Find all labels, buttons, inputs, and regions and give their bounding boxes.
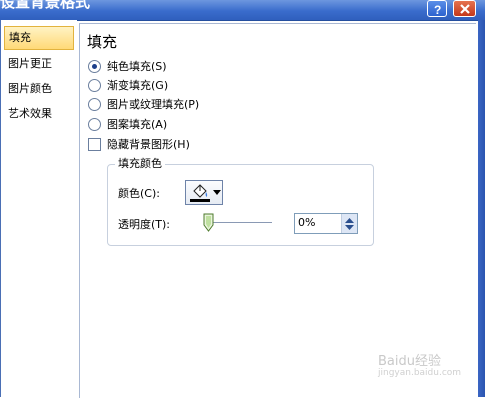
- title-bar: 设置背景格式 ?: [0, 0, 485, 21]
- window-title: 设置背景格式: [0, 0, 91, 11]
- transparency-value[interactable]: 0%: [298, 216, 315, 229]
- group-title: 填充颜色: [115, 155, 165, 171]
- spin-buttons[interactable]: [341, 214, 357, 233]
- sidebar-item-artistic-effects[interactable]: 艺术效果: [4, 102, 74, 126]
- radio-picture-texture-fill[interactable]: 图片或纹理填充(P): [88, 96, 199, 114]
- radio-button[interactable]: [88, 97, 101, 111]
- radio-button[interactable]: [88, 117, 101, 131]
- spin-down-icon[interactable]: [345, 225, 354, 230]
- hide-background-checkbox[interactable]: [88, 137, 101, 151]
- spin-up-icon[interactable]: [345, 218, 354, 223]
- paint-bucket-icon: [193, 184, 208, 198]
- sidebar-nav: 填充 图片更正 图片颜色 艺术效果: [1, 20, 77, 397]
- transparency-slider-thumb[interactable]: [203, 213, 214, 232]
- watermark-logo: Baidu经验: [378, 354, 441, 369]
- radio-label: 图片或纹理填充(P): [107, 98, 200, 111]
- close-icon: [460, 4, 470, 14]
- window-frame-right: [478, 20, 485, 397]
- sidebar-item-picture-corrections[interactable]: 图片更正: [4, 52, 74, 76]
- sidebar-item-picture-color[interactable]: 图片颜色: [4, 77, 74, 101]
- radio-button-checked[interactable]: [88, 59, 101, 73]
- radio-solid-fill[interactable]: 纯色填充(S): [88, 58, 167, 76]
- question-icon: ?: [434, 3, 441, 17]
- radio-button[interactable]: [88, 78, 101, 92]
- chevron-down-icon: [213, 190, 221, 195]
- fill-color-picker-button[interactable]: [185, 180, 223, 205]
- watermark-url: jingyan.baidu.com: [378, 368, 462, 378]
- radio-label: 渐变填充(G): [107, 79, 169, 92]
- hide-background-checkbox-row[interactable]: 隐藏背景图形(H): [88, 136, 190, 154]
- transparency-slider-track[interactable]: [205, 222, 272, 223]
- svg-text:?: ?: [434, 3, 441, 17]
- radio-label: 图案填充(A): [107, 118, 168, 131]
- radio-pattern-fill[interactable]: 图案填充(A): [88, 116, 167, 134]
- help-button[interactable]: ?: [427, 0, 447, 17]
- section-heading: 填充: [87, 33, 118, 51]
- color-label: 颜色(C):: [118, 187, 160, 200]
- radio-gradient-fill[interactable]: 渐变填充(G): [88, 77, 168, 95]
- checkbox-label: 隐藏背景图形(H): [107, 138, 190, 151]
- color-swatch: [190, 199, 210, 202]
- sidebar-item-fill[interactable]: 填充: [4, 26, 74, 50]
- close-button[interactable]: [453, 0, 476, 17]
- transparency-label: 透明度(T):: [118, 218, 171, 231]
- radio-label: 纯色填充(S): [107, 60, 167, 73]
- transparency-spinbox[interactable]: 0%: [294, 213, 358, 234]
